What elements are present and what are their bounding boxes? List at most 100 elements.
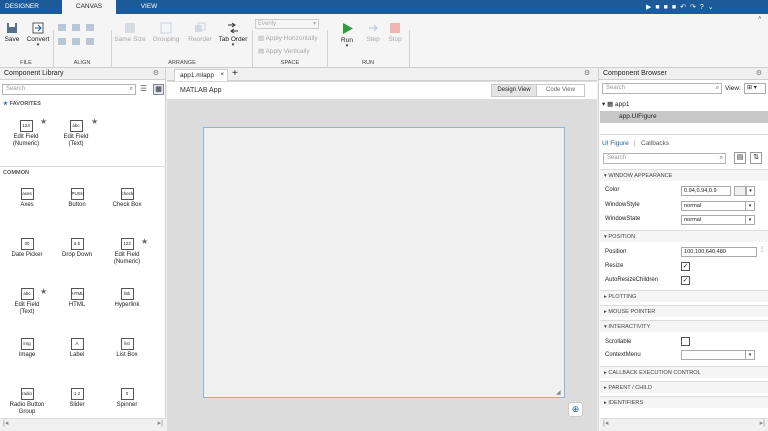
same-size-button[interactable]: Same Size (114, 22, 146, 43)
favorite-star-icon[interactable]: ★ (141, 237, 148, 246)
browser-search-input[interactable]: Search ⌕ (602, 83, 722, 94)
grid-view-icon[interactable]: ▦ (153, 84, 164, 95)
section-position[interactable]: ▾ POSITION (600, 230, 768, 242)
component-check-box[interactable]: check Check Box (107, 188, 147, 209)
windowstyle-select[interactable]: normal (681, 201, 746, 211)
undo-icon[interactable]: ↶ (680, 4, 690, 11)
step-button[interactable]: Step (363, 22, 383, 43)
tree-root-app1[interactable]: ▾ ▦ app1 (602, 100, 630, 108)
zoom-icon[interactable]: ⊕ (568, 402, 583, 417)
library-scrollbar[interactable]: |◂ ▸| (0, 418, 166, 431)
document-options-icon[interactable]: ⚙ (584, 69, 590, 77)
code-view-button[interactable]: Code View (537, 84, 585, 97)
run-button[interactable]: Run ▾ (336, 22, 358, 50)
close-tab-icon[interactable]: × (220, 70, 224, 81)
component-spinner[interactable]: 0 Spinner (107, 388, 147, 409)
favorite-star-icon[interactable]: ★ (91, 117, 98, 126)
tree-item-uifigure[interactable]: app.UIFigure (600, 111, 768, 123)
convert-button[interactable]: Convert ▾ (24, 22, 52, 49)
tab-view[interactable]: VIEW (126, 0, 172, 14)
view-dropdown[interactable]: ⊞ ▾ (744, 83, 766, 94)
autoresize-checkbox[interactable]: ✓ (681, 276, 690, 285)
component-axes[interactable]: axes Axes (7, 188, 47, 209)
redo-icon[interactable]: ↷ (690, 4, 700, 11)
component-hyperlink[interactable]: link Hyperlink (107, 288, 147, 309)
list-view-icon[interactable]: ☰ (140, 84, 150, 95)
scrollable-checkbox[interactable] (681, 337, 690, 346)
design-view-button[interactable]: Design View (491, 84, 537, 97)
apply-vertically-button[interactable]: ▤ Apply Vertically (258, 47, 310, 55)
section-mouse-pointer[interactable]: ▸ MOUSE POINTER (600, 305, 768, 317)
color-swatch[interactable] (734, 186, 746, 196)
reorder-icon (195, 22, 206, 32)
group-view-icon[interactable]: ▤ (734, 152, 746, 164)
ui-figure-canvas[interactable] (203, 127, 565, 398)
favorite-star-icon[interactable]: ★ (40, 117, 47, 126)
component-button[interactable]: PUSH Button (57, 188, 97, 209)
save-icon[interactable]: ■ (655, 4, 663, 11)
chevron-down-icon[interactable]: ▾ (746, 350, 755, 360)
component-label: Date Picker (11, 252, 43, 258)
panel-options-icon[interactable]: ⚙ (756, 68, 762, 80)
component-slider[interactable]: 1 2 Slider (57, 388, 97, 409)
component-image[interactable]: img Image (7, 338, 47, 359)
section-identifiers[interactable]: ▸ IDENTIFIERS (600, 396, 768, 408)
resize-checkbox[interactable]: ✓ (681, 262, 690, 271)
component-list-box[interactable]: list List Box (107, 338, 147, 359)
grouping-button[interactable]: Grouping (150, 22, 182, 43)
position-field[interactable]: 100,100,640,480 (681, 247, 757, 257)
contextmenu-select[interactable] (681, 350, 746, 360)
tab-canvas[interactable]: CANVAS (62, 0, 116, 14)
color-label: Color (605, 187, 620, 193)
save-as-icon[interactable]: ■ (664, 4, 672, 11)
color-dropdown-icon[interactable]: ▾ (746, 186, 755, 196)
section-interactivity[interactable]: ▾ INTERACTIVITY (600, 320, 768, 332)
apply-horizontally-button[interactable]: ▥ Apply Horizontally (258, 34, 318, 42)
print-icon[interactable]: ■ (672, 4, 680, 11)
chevron-down-icon[interactable]: ▾ (746, 201, 755, 211)
favorite-star-icon[interactable]: ★ (40, 287, 47, 296)
component-radio-button-group[interactable]: radio Radio Button Group (7, 388, 47, 416)
document-tab-app1[interactable]: app1.mlapp × (174, 69, 228, 81)
component-drop-down[interactable]: a b Drop Down (57, 238, 97, 259)
library-search-input[interactable]: Search ⌕ (2, 84, 136, 95)
expand-icon[interactable]: ⌄ (708, 4, 718, 11)
browser-scrollbar[interactable]: |◂ ▸| (600, 418, 768, 431)
list-box-icon: list (120, 338, 134, 350)
windowstate-select[interactable]: normal (681, 215, 746, 225)
component-label: Image (18, 352, 36, 358)
sort-icon[interactable]: ⇅ (750, 152, 762, 164)
color-field[interactable]: 0.94,0.94,0.9 (681, 186, 731, 196)
property-search-input[interactable]: Search ⌕ (603, 153, 726, 164)
tab-order-button[interactable]: Tab Order ▾ (217, 22, 249, 49)
component-label: Slider (69, 402, 85, 408)
component-edit-field-text-fav[interactable]: abc Edit Field (Text) (56, 120, 96, 148)
reorder-button[interactable]: Reorder (185, 22, 215, 43)
section-parent-child[interactable]: ▸ PARENT / CHILD (600, 381, 768, 393)
collapse-ribbon-icon[interactable]: ˄ (758, 16, 762, 22)
tab-designer[interactable]: DESIGNER (0, 0, 44, 14)
resize-handle-icon[interactable]: ◢ (556, 389, 561, 396)
component-label: Radio Button Group (9, 402, 45, 415)
chevron-down-icon[interactable]: ▾ (746, 215, 755, 225)
component-label[interactable]: A Label (57, 338, 97, 359)
save-button[interactable]: Save (3, 22, 21, 43)
more-options-icon[interactable]: ⋮ (759, 246, 765, 253)
section-plotting[interactable]: ▸ PLOTTING (600, 290, 768, 302)
apply-horizontally-icon: ▥ (258, 35, 266, 42)
run-icon[interactable]: ▶ (646, 4, 655, 11)
tab-callbacks[interactable]: Callbacks (641, 140, 669, 147)
add-tab-icon[interactable]: + (232, 68, 238, 80)
component-html[interactable]: HTML HTML (57, 288, 97, 309)
arrange-section-label: ARRANGE (168, 60, 196, 66)
help-icon[interactable]: ? (700, 4, 708, 11)
component-date-picker[interactable]: 30 Date Picker (7, 238, 47, 259)
tab-ui-figure[interactable]: UI Figure (602, 140, 629, 147)
section-callback-execution[interactable]: ▸ CALLBACK EXECUTION CONTROL (600, 366, 768, 378)
panel-options-icon[interactable]: ⚙ (153, 68, 159, 80)
component-label: Edit Field (Numeric) (113, 252, 141, 265)
stop-button[interactable]: Stop (385, 22, 405, 43)
spacing-dropdown[interactable]: Evenly ▾ (255, 19, 319, 29)
section-window-appearance[interactable]: ▾ WINDOW APPEARANCE (600, 169, 768, 181)
component-label: Label (69, 352, 85, 358)
